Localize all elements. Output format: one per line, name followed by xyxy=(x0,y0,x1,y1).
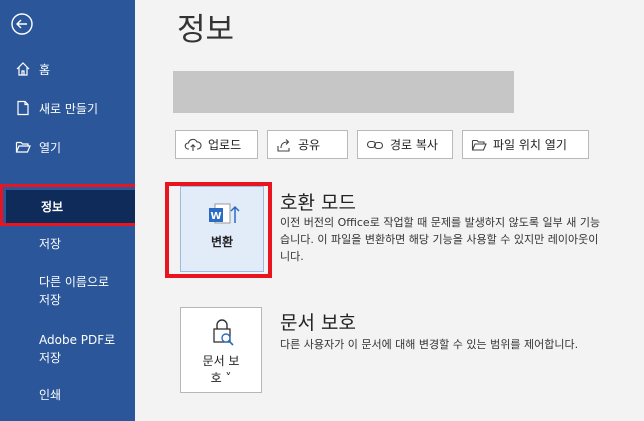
sidebar-item-save-adobe-pdf[interactable]: Adobe PDF로 저장 xyxy=(39,331,115,367)
protect-document-button[interactable]: 문서 보 호 ˅ xyxy=(180,307,262,393)
protect-document-desc: 다른 사용자가 이 문서에 대해 변경할 수 있는 범위를 제어합니다. xyxy=(280,338,579,351)
home-icon xyxy=(15,61,31,77)
backstage-sidebar: 홈 새로 만들기 열기 정보 저장 다른 이름으로 저장 Adobe PDF로 … xyxy=(0,0,138,421)
info-panel: 정보 업로드 공유 경로 복사 파일 위치 열기 W 변환 호환 모드 이전 버… xyxy=(135,0,644,421)
page-title: 정보 xyxy=(177,12,235,48)
compat-mode-desc-line2: 습니다. 이 파일을 변환하면 해당 기능을 사용할 수 있지만 레이아웃이 xyxy=(280,233,599,246)
svg-text:W: W xyxy=(210,211,221,222)
compat-mode-title: 호환 모드 xyxy=(280,192,356,214)
sidebar-item-print[interactable]: 인쇄 xyxy=(39,386,61,404)
compat-mode-desc-line1: 이전 버전의 Office로 작업할 때 문제를 발생하지 않도록 일부 새 기… xyxy=(280,216,601,229)
sidebar-item-info[interactable]: 정보 xyxy=(6,190,135,223)
protect-document-title: 문서 보호 xyxy=(280,312,356,334)
sidebar-item-save-as[interactable]: 다른 이름으로 저장 xyxy=(39,273,109,309)
sidebar-item-label: 새로 만들기 xyxy=(39,101,99,116)
cloud-upload-icon xyxy=(184,137,202,153)
compat-mode-desc-line3: 니다. xyxy=(280,250,304,263)
back-arrow-icon[interactable] xyxy=(11,13,33,35)
open-file-location-label: 파일 위치 열기 xyxy=(493,138,567,152)
sidebar-item-new[interactable]: 새로 만들기 xyxy=(0,98,135,118)
sidebar-item-label: 홈 xyxy=(39,62,51,77)
copy-path-button[interactable]: 경로 복사 xyxy=(357,130,453,159)
sidebar-item-open[interactable]: 열기 xyxy=(0,137,135,157)
protect-label-line2: 호 ˅ xyxy=(210,371,232,385)
sidebar-item-label: 열기 xyxy=(39,140,62,155)
convert-button[interactable]: W 변환 xyxy=(180,186,264,272)
link-icon xyxy=(366,138,384,152)
open-file-location-button[interactable]: 파일 위치 열기 xyxy=(462,130,589,159)
sidebar-item-label: 정보 xyxy=(41,200,64,214)
share-icon xyxy=(276,137,292,153)
upload-button[interactable]: 업로드 xyxy=(175,130,258,159)
new-document-icon xyxy=(15,100,31,116)
lock-search-icon xyxy=(213,319,234,346)
share-label: 공유 xyxy=(298,138,321,152)
word-convert-icon: W xyxy=(209,203,240,224)
convert-label: 변환 xyxy=(210,235,234,249)
copy-path-label: 경로 복사 xyxy=(390,138,438,152)
document-path-bar xyxy=(173,71,514,113)
protect-label-line1: 문서 보 xyxy=(202,354,240,368)
share-button[interactable]: 공유 xyxy=(267,130,348,159)
upload-label: 업로드 xyxy=(208,138,242,152)
sidebar-item-save[interactable]: 저장 xyxy=(39,235,61,253)
sidebar-item-home[interactable]: 홈 xyxy=(0,59,135,79)
active-item-highlight: 정보 xyxy=(0,184,138,226)
folder-icon xyxy=(471,138,487,152)
folder-open-icon xyxy=(15,139,31,155)
